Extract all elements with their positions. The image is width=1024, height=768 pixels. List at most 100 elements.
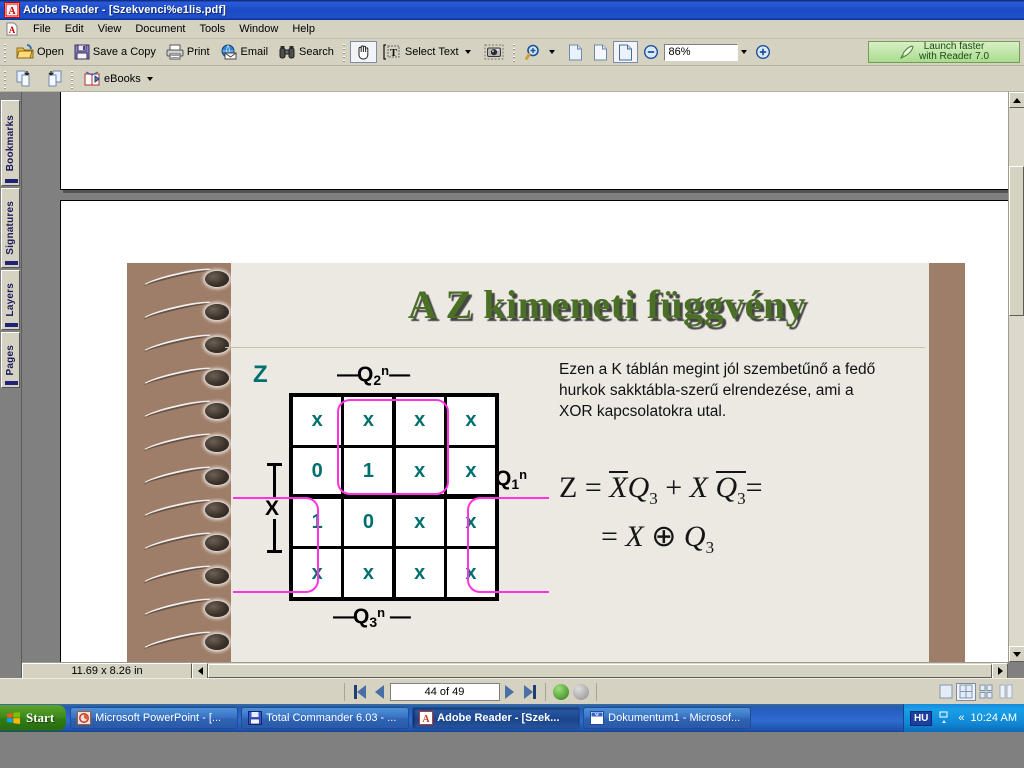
folder-icon [16,44,34,60]
kmap-output-label: Z [253,361,268,388]
taskbar-item-word[interactable]: W Dokumentum1 - Microsof... [583,707,752,729]
vertical-scroll-thumb[interactable] [1009,166,1024,316]
scroll-left-button[interactable] [192,662,208,678]
kmap-cell: x [293,397,342,445]
kmap-loop-right-lead-top [515,497,549,499]
open-button[interactable]: Open [11,41,69,63]
previous-page-button[interactable] [370,682,390,702]
formula-z: Z [559,471,578,504]
tray-expand-button[interactable]: « [958,712,964,724]
menu-help[interactable]: Help [285,21,322,37]
sidebar-tab-signatures-label: Signatures [5,201,16,255]
previous-view-button[interactable] [11,68,39,90]
page-size-value: 11.69 x 8.26 in [71,664,143,677]
printer-icon [166,44,184,60]
toolbar-grip-4[interactable] [3,68,8,89]
toolbar-grip-2[interactable] [341,42,347,62]
email-button[interactable]: Email [215,41,274,63]
taskbar-item-total-commander-label: Total Commander 6.03 - ... [266,712,397,724]
menu-document[interactable]: Document [128,21,192,37]
svg-text:T: T [390,47,398,59]
scroll-right-button[interactable] [992,662,1008,678]
launch-faster-banner[interactable]: Launch faster with Reader 7.0 [868,41,1020,63]
scroll-down-button[interactable] [1009,646,1024,662]
menu-edit[interactable]: Edit [58,21,91,37]
system-clock[interactable]: 10:24 AM [971,712,1017,724]
document-scroll-area[interactable]: A Z kimeneti függvény Z —Q2n— —Q3n — Q1n… [22,92,1008,662]
fit-page-button[interactable] [588,41,613,63]
vertical-scrollbar[interactable] [1008,92,1024,662]
taskbar-item-total-commander[interactable]: Total Commander 6.03 - ... [241,707,410,729]
snapshot-tool-button[interactable] [479,41,509,63]
status-separator-3 [595,682,597,701]
formula-plus: + [665,471,683,504]
print-button[interactable]: Print [161,41,215,63]
taskbar-item-powerpoint-label: Microsoft PowerPoint - [... [95,712,222,724]
window-title: Adobe Reader - [Szekvenci%e1lis.pdf] [23,4,226,16]
toolbar-grip-5[interactable] [70,68,75,89]
sidebar-tab-bookmarks[interactable]: Bookmarks [1,100,20,186]
adobe-reader-icon: A [4,2,20,18]
sidebar-tab-layers[interactable]: Layers [1,270,20,330]
zoom-out-icon [643,44,659,60]
start-button[interactable]: Start [0,705,67,731]
chevron-down-icon-ebooks[interactable] [146,76,153,81]
zoom-in-button[interactable] [750,41,776,63]
chevron-down-icon[interactable] [464,50,471,54]
actual-size-button[interactable] [563,41,588,63]
kmap-cell: x [446,447,495,496]
page-actual-size-icon [568,44,583,61]
go-to-previous-view-button[interactable] [551,682,571,702]
menu-view[interactable]: View [91,21,129,37]
kmap-header-q1: Q1n [495,467,528,492]
tab-grip-dots [5,179,18,183]
search-label: Search [299,46,334,58]
zoom-out-button[interactable] [638,41,664,63]
tray-network-icon[interactable] [938,710,952,726]
document-icon: A [4,21,20,37]
page-number-input[interactable]: 44 of 49 [389,682,500,701]
page-size-readout: 11.69 x 8.26 in [22,662,192,678]
spiral-binding [140,264,251,662]
scroll-up-button[interactable] [1009,92,1024,108]
taskbar-item-powerpoint[interactable]: Microsoft PowerPoint - [... [70,707,239,729]
zoom-level-input[interactable]: 86% [663,43,738,61]
toolbar-grip-3[interactable] [511,42,517,62]
toolbar-grip[interactable] [3,42,8,62]
tab-grip-dots-2 [5,261,18,265]
fit-width-button[interactable] [612,41,638,63]
menu-file[interactable]: File [26,21,58,37]
status-separator-1 [343,682,345,701]
single-page-view-button[interactable] [936,683,956,701]
horizontal-scrollbar[interactable]: 11.69 x 8.26 in [22,662,1008,678]
ebooks-button[interactable]: eBooks [78,68,161,90]
slide-canvas: A Z kimeneti függvény Z —Q2n— —Q3n — Q1n… [127,263,965,662]
save-a-copy-button[interactable]: Save a Copy [69,41,161,63]
hand-tool-button[interactable] [349,41,377,63]
sidebar-tab-pages[interactable]: Pages [1,332,20,388]
select-text-icon: T [382,44,402,60]
rocket-icon [899,44,915,60]
search-button[interactable]: Search [273,41,339,63]
horizontal-scroll-thumb[interactable] [208,663,992,678]
sidebar-tab-signatures[interactable]: Signatures [1,188,20,268]
page-number-value: 44 of 49 [424,685,465,698]
formula-xor: ⊕ [651,520,677,553]
next-page-button[interactable] [500,682,520,702]
next-view-button[interactable] [39,68,67,90]
chevron-down-icon-zoomlevel[interactable] [740,50,747,54]
continuous-facing-view-button[interactable] [976,683,996,701]
go-to-next-view-button[interactable] [571,682,591,702]
kmap-loop-center [337,399,449,495]
select-text-button[interactable]: T Select Text [377,41,479,63]
chevron-down-icon-zoom[interactable] [548,50,555,54]
last-page-button[interactable] [520,682,540,702]
menu-window[interactable]: Window [232,21,285,37]
continuous-view-button[interactable] [956,682,976,701]
menu-tools[interactable]: Tools [193,21,233,37]
facing-view-button[interactable] [996,683,1016,701]
first-page-button[interactable] [350,682,370,702]
zoom-tool-button[interactable] [520,41,563,63]
taskbar-item-adobe-reader[interactable]: A Adobe Reader - [Szek... [412,707,581,729]
language-indicator[interactable]: HU [909,710,933,726]
